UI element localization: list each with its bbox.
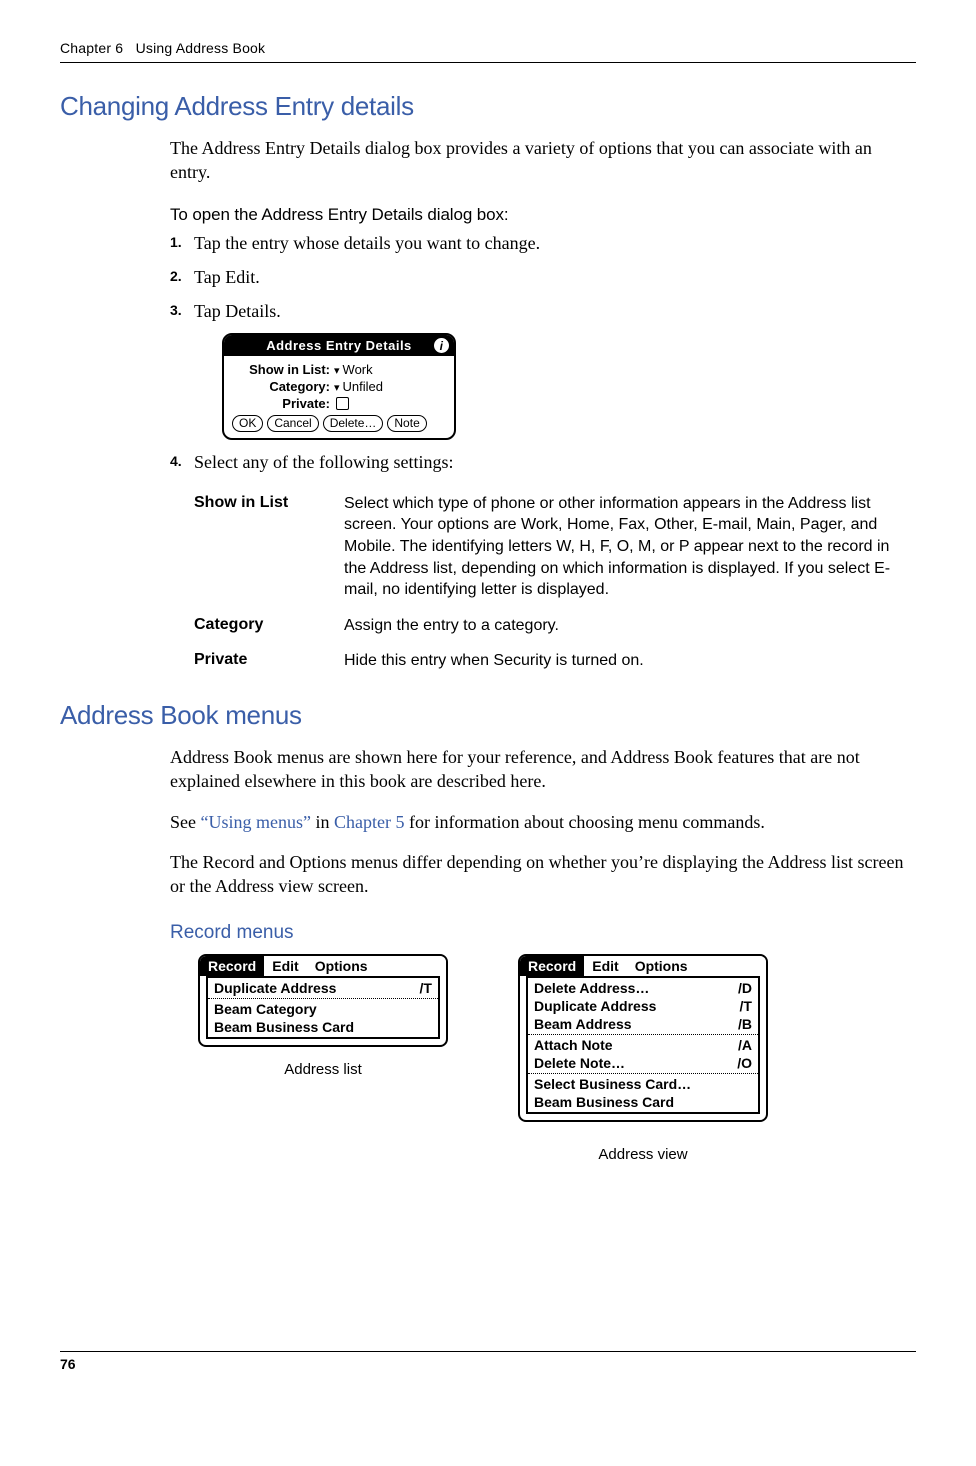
link-using-menus[interactable]: “Using menus”: [201, 812, 311, 832]
menu-item[interactable]: Beam Category: [208, 1000, 438, 1018]
delete-button[interactable]: Delete…: [323, 415, 384, 432]
setting-description: Select which type of phone or other info…: [344, 493, 916, 601]
record-menu-list: Record Edit Options Duplicate Address/T …: [198, 954, 448, 1047]
menu-bar: Record Edit Options: [520, 956, 766, 976]
section-intro: The Address Entry Details dialog box pro…: [170, 136, 916, 185]
setting-label: Private: [194, 650, 344, 672]
step-text: Select any of the following settings:: [194, 450, 453, 474]
step-text: Tap Details.: [194, 299, 281, 323]
settings-table: Show in List Select which type of phone …: [194, 493, 916, 672]
menu-item[interactable]: Duplicate Address/T: [208, 979, 438, 997]
menu-item[interactable]: Beam Address/B: [528, 1015, 758, 1033]
category-dropdown[interactable]: Unfiled: [334, 379, 383, 394]
menu-item[interactable]: Beam Business Card: [528, 1093, 758, 1111]
dialog-titlebar: Address Entry Details i: [224, 335, 454, 356]
show-in-list-label: Show in List:: [232, 362, 334, 377]
menu-item[interactable]: Attach Note/A: [528, 1036, 758, 1054]
private-checkbox[interactable]: [336, 397, 349, 410]
settings-row: Category Assign the entry to a category.: [194, 615, 916, 637]
step-text: Tap the entry whose details you want to …: [194, 231, 540, 255]
ok-button[interactable]: OK: [232, 415, 263, 432]
menu-tab-edit[interactable]: Edit: [584, 956, 626, 976]
section-heading: Address Book menus: [60, 700, 916, 731]
body-paragraph: Address Book menus are shown here for yo…: [170, 745, 916, 794]
howto-heading: To open the Address Entry Details dialog…: [170, 205, 916, 225]
address-list-menu-block: Record Edit Options Duplicate Address/T …: [198, 954, 448, 1163]
step-4: 4. Select any of the following settings:: [170, 450, 916, 474]
cancel-button[interactable]: Cancel: [267, 415, 318, 432]
private-label: Private:: [232, 396, 334, 411]
menu-tab-record[interactable]: Record: [520, 956, 584, 976]
page-footer: 76: [60, 1351, 916, 1372]
menu-bar: Record Edit Options: [200, 956, 446, 976]
step-number: 3.: [170, 299, 194, 323]
address-view-menu-block: Record Edit Options Delete Address…/D Du…: [518, 954, 768, 1163]
step-1: 1. Tap the entry whose details you want …: [170, 231, 916, 255]
step-number: 2.: [170, 265, 194, 289]
step-3: 3. Tap Details.: [170, 299, 916, 323]
note-button[interactable]: Note: [387, 415, 426, 432]
menu-tab-options[interactable]: Options: [627, 956, 696, 976]
menu-tab-options[interactable]: Options: [307, 956, 376, 976]
dialog-title: Address Entry Details: [266, 338, 412, 353]
menu-item[interactable]: Select Business Card…: [528, 1075, 758, 1093]
settings-row: Show in List Select which type of phone …: [194, 493, 916, 601]
body-paragraph: See “Using menus” in Chapter 5 for infor…: [170, 810, 916, 834]
setting-label: Category: [194, 615, 344, 637]
section-heading: Changing Address Entry details: [60, 91, 916, 122]
caption: Address list: [198, 1061, 448, 1078]
step-2: 2. Tap Edit.: [170, 265, 916, 289]
page-number: 76: [60, 1356, 76, 1372]
show-in-list-dropdown[interactable]: Work: [334, 362, 373, 377]
menu-item[interactable]: Delete Address…/D: [528, 979, 758, 997]
category-label: Category:: [232, 379, 334, 394]
link-chapter-5[interactable]: Chapter 5: [334, 812, 404, 832]
record-menus-heading: Record menus: [170, 922, 916, 944]
record-menu-view: Record Edit Options Delete Address…/D Du…: [518, 954, 768, 1122]
setting-description: Hide this entry when Security is turned …: [344, 650, 644, 672]
menu-item[interactable]: Duplicate Address/T: [528, 997, 758, 1015]
menu-tab-record[interactable]: Record: [200, 956, 264, 976]
caption: Address view: [518, 1146, 768, 1163]
page: Chapter 6 Using Address Book Changing Ad…: [0, 0, 976, 1400]
chapter-title: Using Address Book: [136, 40, 266, 56]
setting-label: Show in List: [194, 493, 344, 601]
step-text: Tap Edit.: [194, 265, 260, 289]
chapter-number: Chapter 6: [60, 40, 123, 56]
step-number: 1.: [170, 231, 194, 255]
header-rule: [60, 62, 916, 63]
body-paragraph: The Record and Options menus differ depe…: [170, 850, 916, 899]
address-entry-details-dialog: Address Entry Details i Show in List: Wo…: [222, 333, 456, 440]
menu-tab-edit[interactable]: Edit: [264, 956, 306, 976]
running-header: Chapter 6 Using Address Book: [60, 40, 916, 56]
settings-row: Private Hide this entry when Security is…: [194, 650, 916, 672]
step-number: 4.: [170, 450, 194, 474]
menus-row: Record Edit Options Duplicate Address/T …: [198, 954, 916, 1163]
setting-description: Assign the entry to a category.: [344, 615, 559, 637]
menu-item[interactable]: Beam Business Card: [208, 1018, 438, 1036]
menu-item[interactable]: Delete Note…/O: [528, 1054, 758, 1072]
info-icon[interactable]: i: [434, 338, 449, 353]
